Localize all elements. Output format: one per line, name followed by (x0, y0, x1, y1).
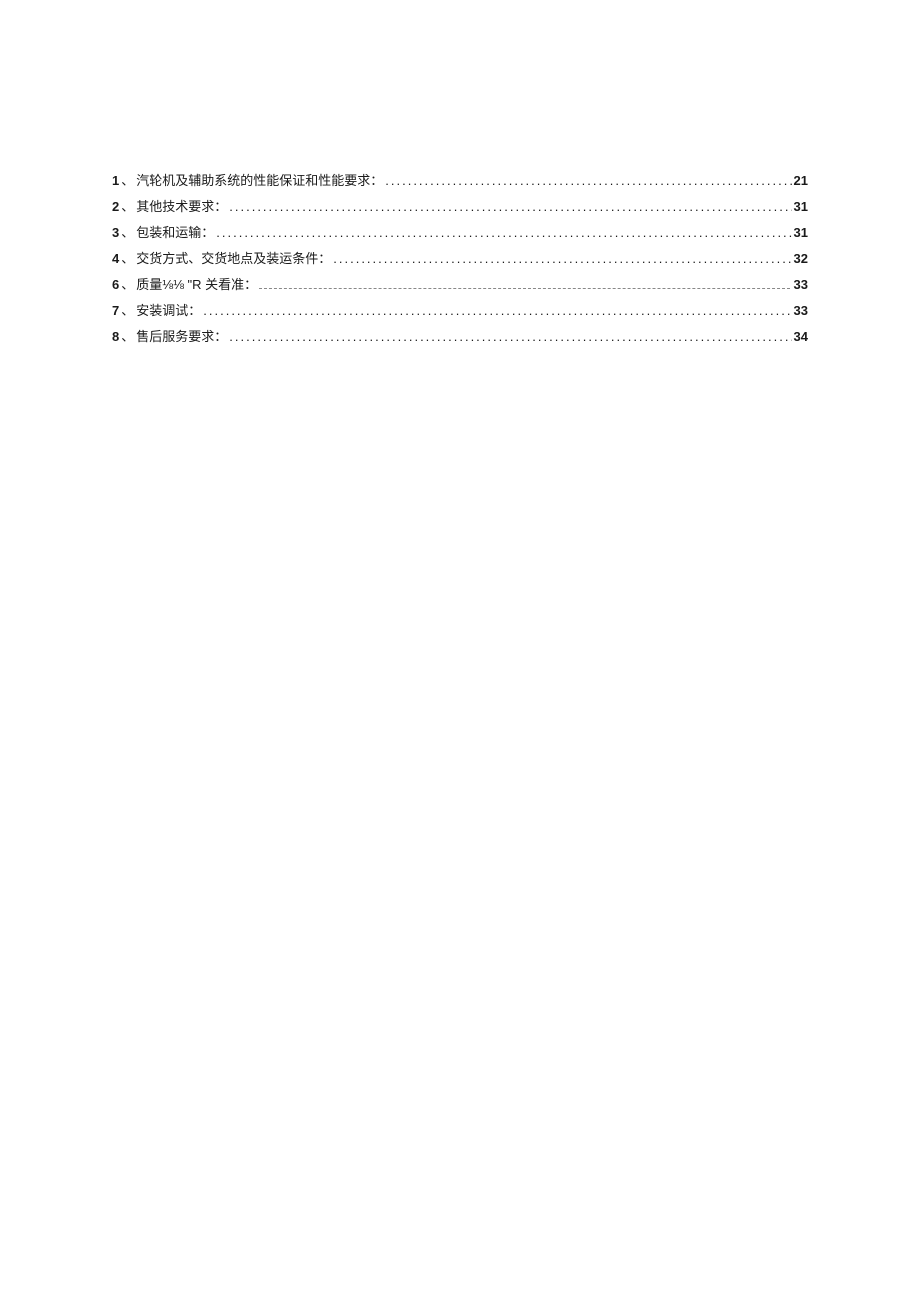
toc-entry-title: 售后服务要求： (136, 326, 227, 345)
toc-entry: 6、质量⅛⅛ "R 关看准： 33 (112, 274, 808, 293)
toc-entry-number: 3 (112, 225, 119, 240)
toc-leader-dots (229, 199, 791, 214)
toc-entry-title: 安装调试： (136, 300, 201, 319)
toc-entry-number: 7 (112, 303, 119, 318)
toc-entry: 1、汽轮机及辅助系统的性能保证和性能要求： 21 (112, 170, 808, 189)
toc-entry-separator: 、 (121, 326, 134, 345)
toc-entry-page: 33 (794, 303, 808, 318)
toc-entry-separator: 、 (121, 248, 134, 267)
toc-entry-separator: 、 (121, 170, 134, 189)
toc-leader-dots (385, 173, 791, 188)
toc-entry-page: 34 (794, 329, 808, 344)
table-of-contents: 1、汽轮机及辅助系统的性能保证和性能要求：212、其他技术要求：313、包装和运… (112, 170, 808, 345)
toc-leader-dots (203, 303, 791, 318)
toc-entry-number: 4 (112, 251, 119, 266)
toc-entry-page: 31 (794, 225, 808, 240)
toc-leader-dots (333, 251, 791, 266)
toc-entry-number: 6 (112, 277, 119, 292)
toc-entry-separator: 、 (121, 300, 134, 319)
toc-leader-dots (229, 329, 791, 344)
toc-leader-dots (259, 288, 789, 289)
toc-entry: 7、安装调试： 33 (112, 300, 808, 319)
toc-entry-title: 其他技术要求： (136, 196, 227, 215)
toc-entry-title: 包装和运输： (136, 222, 214, 241)
toc-entry-separator: 、 (121, 222, 134, 241)
toc-entry: 8、售后服务要求： 34 (112, 326, 808, 345)
toc-entry-title: 质量⅛⅛ "R 关看准： (136, 274, 257, 293)
toc-entry-page: 21 (794, 173, 808, 188)
toc-entry-page: 31 (794, 199, 808, 214)
toc-entry-separator: 、 (121, 196, 134, 215)
toc-entry: 4、交货方式、交货地点及装运条件： 32 (112, 248, 808, 267)
toc-leader-dots (216, 225, 791, 240)
toc-entry-title: 汽轮机及辅助系统的性能保证和性能要求： (136, 170, 383, 189)
toc-entry: 2、其他技术要求： 31 (112, 196, 808, 215)
toc-entry-title: 交货方式、交货地点及装运条件： (136, 248, 331, 267)
toc-entry-number: 8 (112, 329, 119, 344)
toc-entry-page: 32 (794, 251, 808, 266)
toc-entry-number: 2 (112, 199, 119, 214)
toc-entry-page: 33 (794, 277, 808, 292)
toc-entry-number: 1 (112, 173, 119, 188)
toc-entry: 3、包装和运输： 31 (112, 222, 808, 241)
toc-entry-separator: 、 (121, 274, 134, 293)
document-page: 1、汽轮机及辅助系统的性能保证和性能要求：212、其他技术要求：313、包装和运… (0, 0, 920, 345)
